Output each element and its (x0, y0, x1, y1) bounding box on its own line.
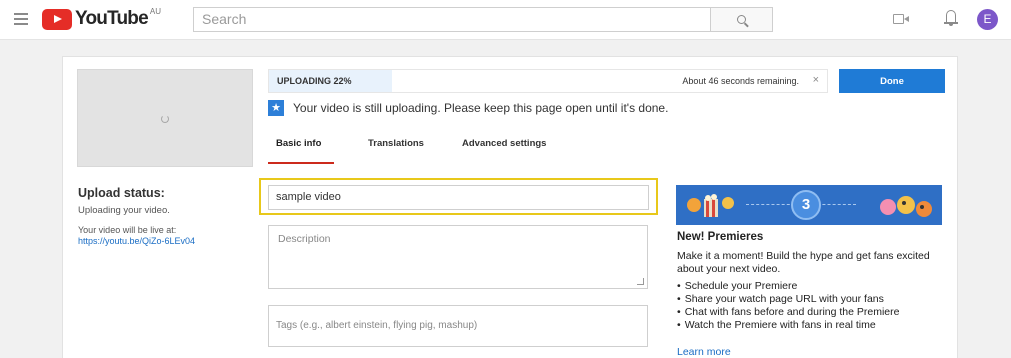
step-number-badge: 3 (791, 190, 821, 220)
upload-notice: ★ Your video is still uploading. Please … (268, 99, 668, 117)
video-thumbnail-placeholder (77, 69, 253, 167)
active-tab-indicator (268, 162, 334, 164)
tab-advanced-settings[interactable]: Advanced settings (462, 135, 546, 165)
upload-card: Upload status: Uploading your video. You… (62, 56, 958, 358)
loading-spinner-icon (161, 115, 169, 123)
logo-text: YouTube (75, 8, 149, 29)
avatar[interactable]: E (977, 9, 998, 30)
upload-progress-label: UPLOADING 22% (277, 76, 352, 86)
premieres-description: Make it a moment! Build the hype and get… (677, 250, 930, 275)
tags-field[interactable]: Tags (e.g., albert einstein, flying pig,… (268, 305, 648, 347)
fans-characters-icon (880, 196, 932, 217)
description-placeholder: Description (278, 233, 331, 245)
upload-notice-text: Your video is still uploading. Please ke… (293, 101, 669, 115)
video-live-label: Your video will be live at: (78, 225, 177, 235)
list-item: Chat with fans before and during the Pre… (677, 306, 957, 319)
upload-progress-bar: UPLOADING 22% About 46 seconds remaining… (268, 69, 828, 93)
video-url-link[interactable]: https://youtu.be/QiZo-6LEv04 (78, 236, 195, 246)
notifications-bell-icon[interactable] (944, 9, 958, 27)
star-icon: ★ (268, 100, 284, 116)
list-item: Watch the Premiere with fans in real tim… (677, 319, 957, 332)
list-item: Schedule your Premiere (677, 280, 957, 293)
search-input[interactable]: Search (193, 7, 711, 32)
premieres-feature-list: Schedule your Premiere Share your watch … (677, 280, 957, 332)
create-video-icon[interactable] (893, 13, 909, 25)
resize-handle-icon[interactable] (637, 278, 644, 285)
search-icon (737, 15, 746, 24)
youtube-play-icon (42, 9, 72, 30)
popcorn-character-icon (687, 194, 734, 217)
logo-region: AU (149, 7, 161, 16)
upload-status-title: Upload status: (78, 186, 165, 200)
tab-bar: Basic info Translations Advanced setting… (268, 135, 688, 165)
title-field[interactable]: sample video (268, 185, 649, 210)
upload-status-text: Uploading your video. (78, 205, 170, 216)
masthead: YouTube AU Search E (0, 0, 1011, 40)
list-item: Share your watch page URL with your fans (677, 293, 957, 306)
premieres-banner: 3 (676, 185, 942, 225)
description-field[interactable]: Description (268, 225, 648, 289)
time-remaining: About 46 seconds remaining. (682, 76, 799, 86)
premieres-title: New! Premieres (677, 231, 764, 243)
search-button[interactable] (711, 7, 773, 32)
learn-more-link[interactable]: Learn more (677, 346, 731, 358)
youtube-logo[interactable]: YouTube AU (42, 7, 161, 31)
done-button[interactable]: Done (839, 69, 945, 93)
tab-basic-info[interactable]: Basic info (276, 135, 321, 165)
hamburger-menu-icon[interactable] (14, 13, 28, 25)
cancel-upload-icon[interactable]: × (813, 74, 819, 86)
tab-translations[interactable]: Translations (368, 135, 424, 165)
